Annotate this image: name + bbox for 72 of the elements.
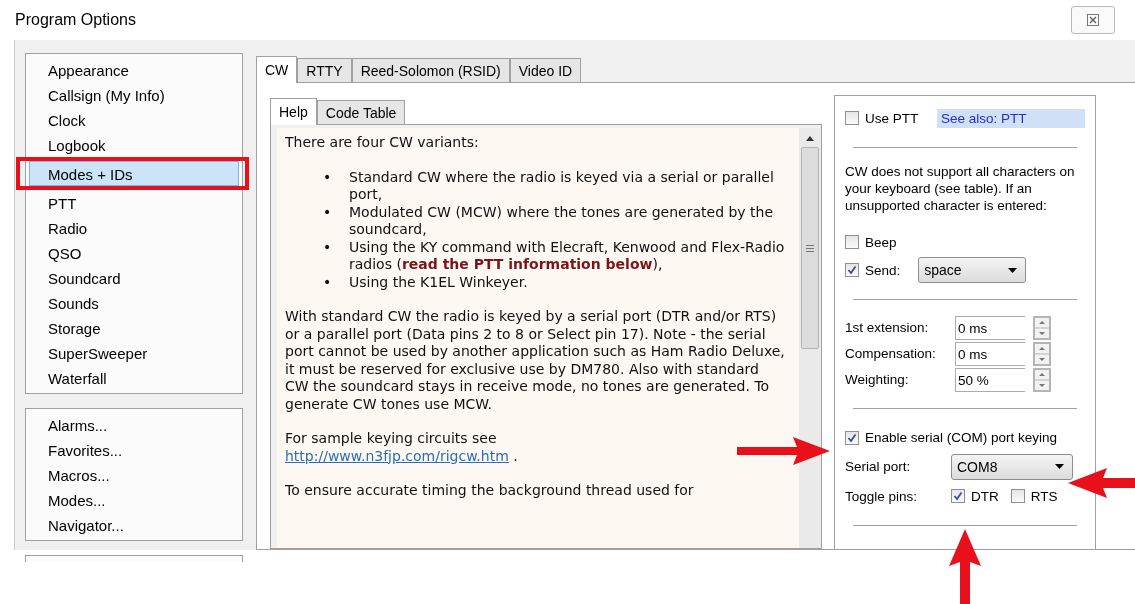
send-dropdown[interactable]: space [918,257,1027,283]
tab[interactable]: Reed-Solomon (RSID) [351,58,510,82]
category-item[interactable]: SuperSweeper [29,340,239,365]
close-icon [1087,14,1099,26]
checkbox[interactable] [951,489,965,503]
category-item[interactable]: Favorites... [29,437,239,462]
checkbox[interactable] [845,111,859,125]
category-item[interactable]: Navigator... [29,512,239,537]
category-item[interactable]: Clock [29,107,239,132]
field-label: Serial port: [845,459,912,475]
tab[interactable]: RTTY [297,58,352,82]
link[interactable]: http://www.n3fjp.com/rigcw.htm [285,447,509,464]
spin-arrows-icon[interactable] [1033,367,1051,392]
checkbox-label: Beep [865,234,897,250]
checkbox-label: RTS [1030,488,1058,504]
category-item[interactable]: Alarms... [29,412,239,437]
checkbox-label: Enable serial (COM) port keying [865,430,1058,446]
note-text: CW does not support all characters on your keyboard (see table). If an unsupported character is entered: [845,163,1076,214]
field-label: Toggle pins: [845,488,919,504]
scroll-up-icon [806,136,814,141]
category-item[interactable]: Radio [29,215,239,240]
window-title: Program Options [15,11,136,29]
field-label: Compensation: [845,346,937,362]
annotation-arrow [1067,468,1135,498]
bullet-item: Using the K1EL Winkeyer. [349,273,529,291]
checkbox[interactable] [845,263,859,277]
spin-field[interactable]: 0 ms [955,315,1025,340]
checkbox[interactable] [1010,489,1025,503]
spin-field[interactable]: 50 % [955,367,1025,392]
category-item[interactable]: Storage [29,315,239,340]
category-item[interactable]: Macros... [29,462,239,487]
category-item[interactable]: PTT [29,190,239,215]
category-item[interactable]: Logbook [29,132,239,157]
spin-arrows-icon[interactable] [1033,315,1051,340]
tab[interactable]: Help [270,98,317,125]
help-text: To ensure accurate timing the background thread used for [285,482,695,500]
checkbox-label: DTR [971,488,999,504]
category-item[interactable]: QSO [29,240,239,265]
bullet-item: Modulated CW (MCW) where the tones are generated by the soundcard, [349,203,775,239]
category-item[interactable]: Sounds [29,290,239,315]
category-item[interactable]: Waterfall [29,365,239,390]
spin-field[interactable]: 0 ms [955,341,1025,366]
scrollbar[interactable] [799,128,821,548]
category-item[interactable]: Soundcard [29,265,239,290]
category-item[interactable]: Callsign (My Info) [29,82,239,107]
category-item[interactable]: Modes + IDs [29,161,239,186]
checkbox[interactable] [845,430,859,445]
category-item[interactable]: Modes... [29,487,239,512]
caret-icon [1055,464,1064,470]
category-item[interactable]: Appearance [29,57,239,82]
bullet-marker: • [323,168,333,187]
tab[interactable]: Video ID [509,58,582,82]
help-text: With standard CW the radio is keyed by a serial port (DTR and/or RTS) or a parallel port (Data pins 2 to 8 or Select pin 17). Note - the serial port cannot be used by another application such as Ham Radio Deluxe, it must be reserved for exclusive use by DM780. Also with standard CW the soundcard stays in receive mode, no tones are generated. To generate CW tones use MCW. [285,308,785,413]
close-button[interactable] [1071,6,1115,34]
checkbox-label: Send: [865,262,901,278]
checkbox-label: Use PTT [865,110,919,126]
bullet-item: Standard CW where the radio is keyed via a serial or parallel port, [349,168,775,204]
caret-icon [1008,267,1018,273]
bullet-marker: • [323,203,333,222]
tab[interactable]: CW [256,56,298,83]
checkbox[interactable] [845,235,859,249]
bullet-item: Using the KY command with Elecraft, Kenwood and Flex-Radio radios (read the PTT information below), [349,238,785,274]
tab[interactable]: Code Table [316,100,406,124]
field-label: Weighting: [845,372,910,388]
spin-arrows-icon[interactable] [1033,341,1051,366]
help-text: There are four CW variants: [285,134,480,152]
serial-port-dropdown[interactable]: COM8 [951,453,1073,480]
grip-icon [806,244,814,252]
field-label: 1st extension: [845,320,930,336]
bullet-marker: • [323,238,333,257]
bullet-marker: • [323,273,333,291]
see-also-link[interactable]: See also: PTT [937,108,1085,128]
